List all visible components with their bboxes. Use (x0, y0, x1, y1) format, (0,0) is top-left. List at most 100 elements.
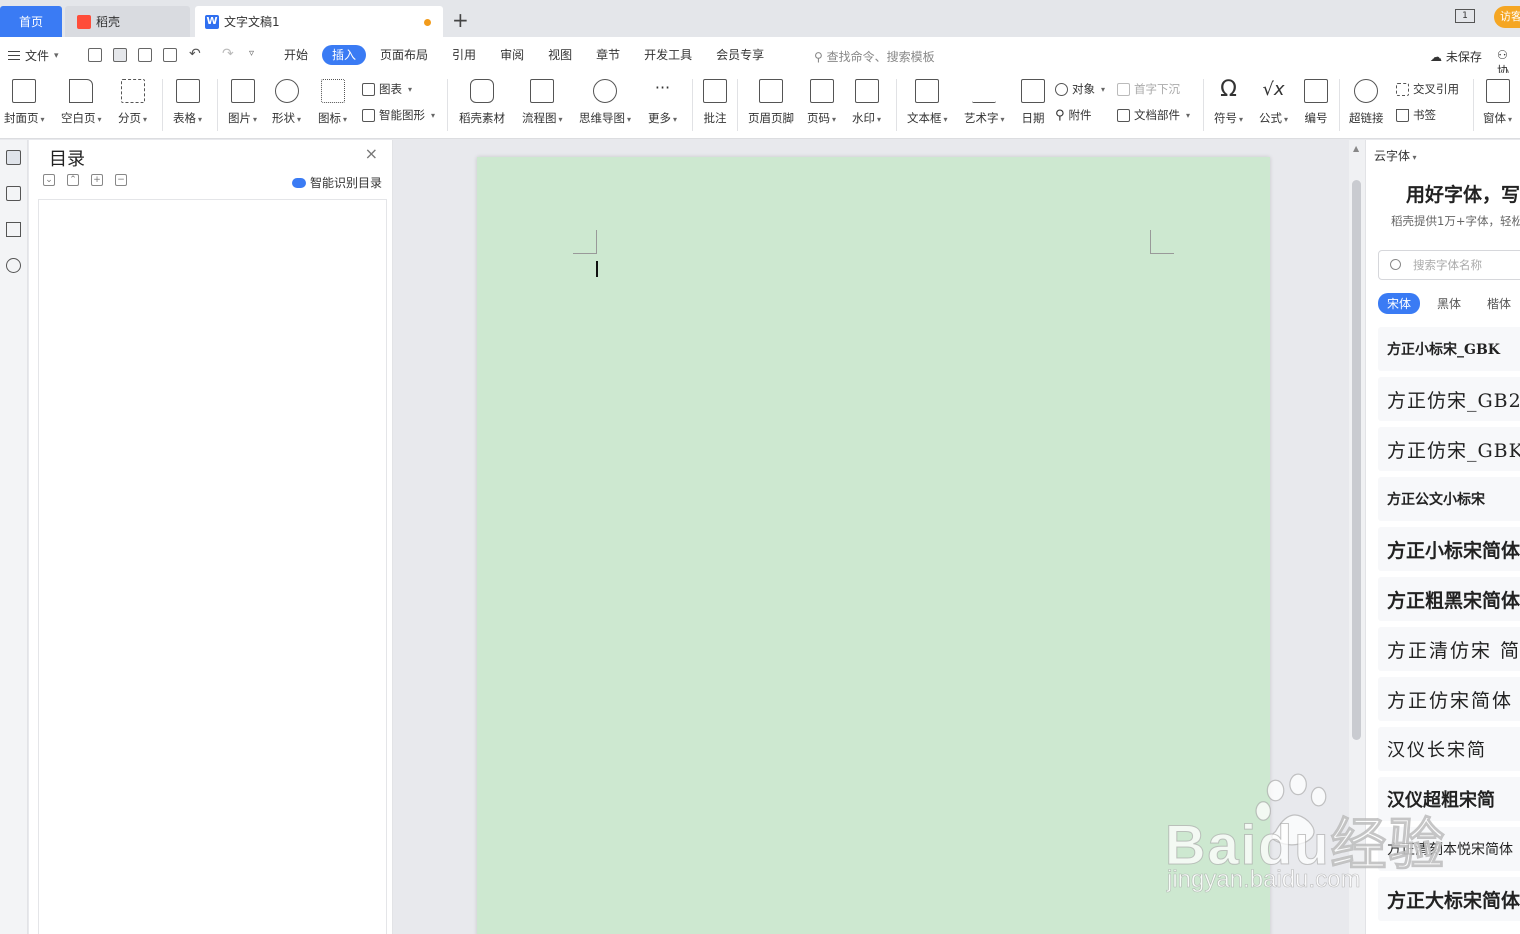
comment-button[interactable]: 批注 (703, 79, 727, 126)
font-list-item[interactable]: 方正粗黑宋简体 (1378, 577, 1520, 621)
ribbon-divider (1203, 79, 1204, 131)
font-list-item[interactable]: 方正清仿宋 简 (1378, 627, 1520, 671)
blank-page-button[interactable]: 空白页 (61, 79, 102, 126)
font-list-item[interactable]: 方正仿宋简体 (1378, 677, 1520, 721)
close-icon[interactable]: × (365, 144, 378, 163)
menu-tab[interactable]: 开始 (274, 45, 318, 65)
print-preview-icon[interactable] (163, 48, 177, 62)
wordart-button[interactable]: 艺术字 (964, 79, 1005, 126)
page-number-button[interactable]: 页码 (807, 79, 836, 126)
document-page[interactable] (477, 157, 1270, 934)
menu-tab-active[interactable]: 插入 (322, 45, 367, 65)
font-list-item[interactable]: 方正仿宋_GBK (1378, 427, 1520, 471)
formula-label: 公式 (1259, 111, 1282, 125)
numbering-label: 编号 (1304, 111, 1328, 125)
font-list: 方正小标宋_GBK 方正仿宋_GB2 方正仿宋_GBK 方正公文小标宋 方正小标… (1378, 327, 1520, 927)
tab-daoke[interactable]: 稻壳 (65, 6, 190, 37)
toc-nav-icon[interactable] (6, 150, 21, 165)
chapter-nav-icon[interactable] (6, 186, 21, 201)
scroll-up-icon[interactable]: ▲ (1353, 144, 1359, 153)
more-button[interactable]: ··· 更多 (648, 79, 677, 126)
watermark-button[interactable]: 水印 (852, 79, 881, 126)
bookmark-button[interactable]: 书签 (1396, 107, 1436, 123)
cover-page-button[interactable]: 封面页 (4, 79, 45, 126)
menu-tab[interactable]: 开发工具 (634, 45, 702, 65)
font-search-input[interactable]: 搜索字体名称 (1378, 250, 1520, 280)
chart-label: 图表 (379, 82, 402, 96)
font-panel-subtitle: 稻壳提供1万+字体，轻松 (1391, 214, 1520, 228)
textbox-button[interactable]: 文本框 (907, 79, 948, 126)
font-list-item[interactable]: 汉仪长宋简 (1378, 727, 1520, 771)
smartart-button[interactable]: 智能图形 (362, 107, 435, 123)
cloud-save-status[interactable]: ☁ 未保存 (1430, 48, 1482, 65)
object-button[interactable]: 对象 (1055, 81, 1105, 97)
window-count-icon[interactable]: 1 (1455, 9, 1475, 23)
symbol-button[interactable]: Ω 符号 (1214, 79, 1243, 126)
menu-tab[interactable]: 视图 (538, 45, 582, 65)
scroll-thumb[interactable] (1352, 180, 1361, 740)
hyperlink-button[interactable]: 超链接 (1349, 79, 1384, 126)
command-search[interactable]: ⚲ 查找命令、搜索模板 (814, 48, 935, 65)
icon-library-button[interactable]: 图标 (318, 79, 347, 126)
collapse-icon[interactable]: ⌃ (67, 174, 79, 186)
daoke-material-button[interactable]: 稻壳素材 (459, 79, 505, 126)
font-category[interactable]: 楷体 (1478, 293, 1520, 314)
chart-button[interactable]: 图表 (362, 81, 412, 97)
file-menu-button[interactable]: 文件 ▾ (8, 47, 59, 64)
vertical-scrollbar[interactable]: ▲ (1349, 140, 1365, 934)
undo-icon[interactable]: ↶ (189, 46, 201, 62)
page-break-label: 分页 (118, 111, 141, 125)
font-list-item[interactable]: 方正仿宋_GB2 (1378, 377, 1520, 421)
format-painter-icon[interactable] (113, 48, 127, 62)
remove-level-icon[interactable]: − (115, 174, 127, 186)
flowchart-button[interactable]: 流程图 (522, 79, 563, 126)
menu-tab[interactable]: 会员专享 (706, 45, 774, 65)
chart-icon (362, 82, 375, 96)
date-button[interactable]: 日期 (1021, 79, 1045, 126)
redo-icon[interactable]: ↷ (222, 46, 234, 62)
cloud-font-dropdown[interactable]: 云字体 ▾ (1374, 147, 1417, 164)
mindmap-button[interactable]: 思维导图 (579, 79, 631, 126)
expand-icon[interactable]: ⌄ (43, 174, 55, 186)
bookmark-nav-icon[interactable] (6, 222, 21, 237)
numbering-button[interactable]: 编号 (1304, 79, 1328, 126)
font-list-item[interactable]: 方正小标宋简体 (1378, 527, 1520, 571)
font-list-item[interactable]: 方正小标宋_GBK (1378, 327, 1520, 371)
menu-tab[interactable]: 引用 (442, 45, 486, 65)
ribbon-divider (692, 79, 693, 131)
smart-toc-button[interactable]: 智能识别目录 (291, 174, 382, 191)
font-list-item[interactable]: 方正大标宋简体 (1378, 877, 1520, 921)
doc-parts-button[interactable]: 文档部件 (1117, 107, 1190, 123)
font-category-active[interactable]: 宋体 (1378, 293, 1421, 314)
hyperlink-label: 超链接 (1349, 111, 1384, 125)
tab-document[interactable]: W 文字文稿1 (195, 6, 443, 37)
menu-tab[interactable]: 章节 (586, 45, 630, 65)
search-nav-icon[interactable] (6, 258, 21, 273)
tab-home[interactable]: 首页 (0, 6, 62, 37)
font-list-item[interactable]: 方正清刻本悦宋简体 (1378, 827, 1520, 871)
quick-access-more-icon[interactable]: ▿ (249, 48, 254, 59)
formula-button[interactable]: √x 公式 (1259, 79, 1288, 126)
font-list-item[interactable]: 汉仪超粗宋简 (1378, 777, 1520, 821)
add-level-icon[interactable]: + (91, 174, 103, 186)
font-category[interactable]: 黑体 (1428, 293, 1470, 314)
save-icon[interactable] (88, 48, 102, 62)
visitor-button[interactable]: 访客 (1494, 6, 1520, 28)
form-window-button[interactable]: 窗体 (1483, 79, 1512, 126)
picture-button[interactable]: 图片 (228, 79, 257, 126)
table-button[interactable]: 表格 (173, 79, 202, 126)
form-window-icon (1485, 79, 1510, 103)
shape-button[interactable]: 形状 (272, 79, 301, 126)
crossref-button[interactable]: 交叉引用 (1396, 81, 1459, 97)
attachment-button[interactable]: ⚲ 附件 (1055, 107, 1092, 123)
menu-tab[interactable]: 页面布局 (370, 45, 438, 65)
new-tab-button[interactable]: + (452, 8, 469, 32)
icon-library-icon (320, 79, 345, 103)
margin-marker-right (1150, 230, 1174, 254)
header-footer-button[interactable]: 页眉页脚 (748, 79, 794, 126)
print-icon[interactable] (138, 48, 152, 62)
page-break-button[interactable]: 分页 (118, 79, 147, 126)
font-list-item[interactable]: 方正公文小标宋 (1378, 477, 1520, 521)
menu-tab[interactable]: 审阅 (490, 45, 534, 65)
dropcap-button[interactable]: 首字下沉 (1117, 81, 1180, 97)
